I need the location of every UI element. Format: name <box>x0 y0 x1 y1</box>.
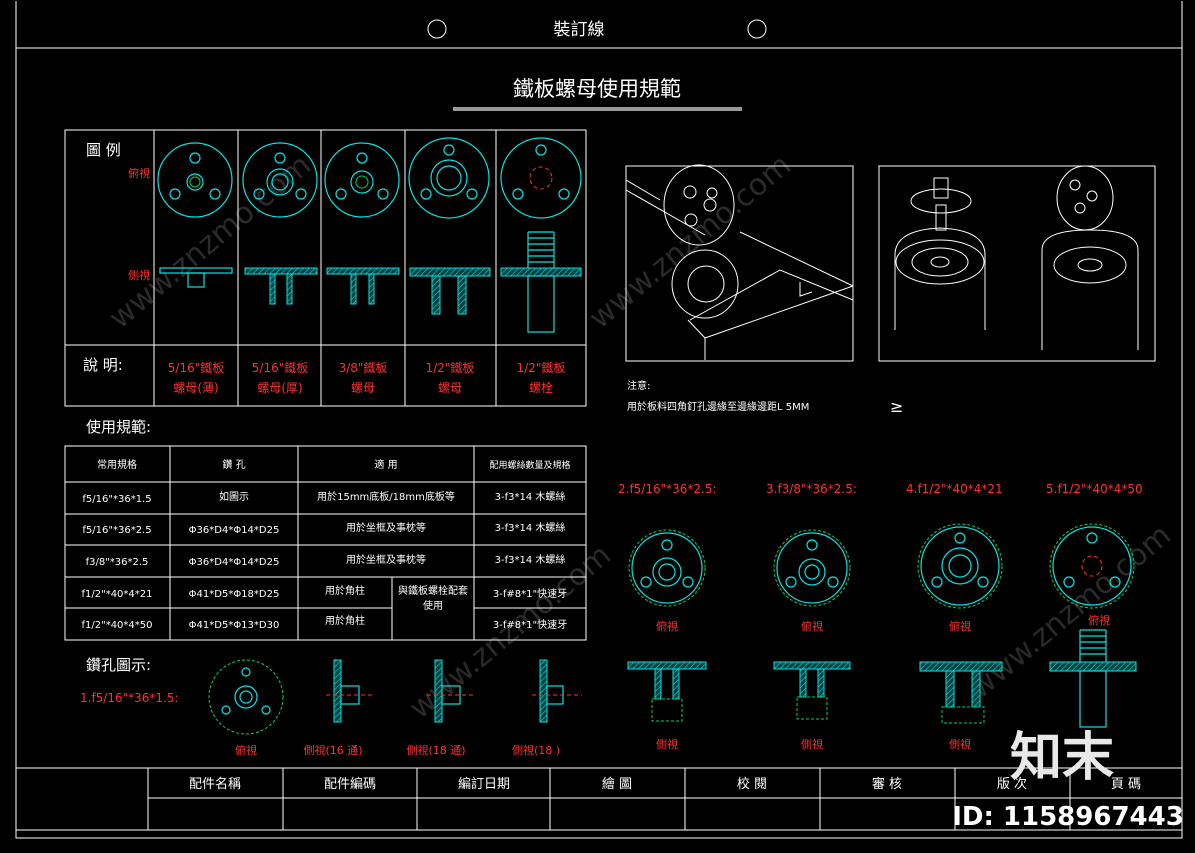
legend-top-view-5 <box>500 137 582 219</box>
tb-page: 頁 碼 <box>1111 777 1141 792</box>
spec-3-side-caption: 側視 <box>801 737 823 751</box>
spec-2-top-view <box>628 529 706 607</box>
tb-checked: 校 閱 <box>737 776 767 792</box>
spec-4-top-view <box>917 523 1003 609</box>
row4-screw: 3-f#8*1"快速牙 <box>493 588 567 600</box>
legend-top-view-1 <box>157 142 233 218</box>
merged-use-cell: 與鐵板螺栓配套使用 <box>398 586 468 612</box>
legend-side-view-4 <box>409 267 491 315</box>
legend-item-1-line2: 螺母(薄) <box>173 380 218 395</box>
spec-5-side-view <box>1049 629 1137 728</box>
row5-screw: 3-f#8*1"快速牙 <box>493 619 567 631</box>
iso-panel-right <box>878 165 1156 362</box>
row4-use: 用於角柱 <box>325 584 365 597</box>
watermark-id: ID: 1158967443 <box>952 802 1184 832</box>
usage-header-use: 適 用 <box>374 458 397 471</box>
legend-top-view-label: 俯視 <box>128 166 150 180</box>
row1-spec: f5/16"*36*1.5 <box>82 494 151 505</box>
drill-heading: 鑽孔圖示: <box>86 656 151 674</box>
spec-5-label: 5.f1/2"*40*4*50 <box>1046 482 1143 496</box>
spec-3-side-view <box>773 661 851 720</box>
watermark-site: www.znzmo.com <box>963 518 1178 707</box>
legend-top-view-4 <box>408 137 490 219</box>
legend-top-view-3 <box>324 142 400 218</box>
legend-item-4-line1: 1/2"鐵板 <box>426 360 475 375</box>
legend-side-view-3 <box>326 267 400 305</box>
legend-side-view-label: 側視 <box>128 268 150 282</box>
spec-2-top-caption: 俯視 <box>656 619 678 633</box>
row1-screw: 3-f3*14 木螺絲 <box>495 490 566 503</box>
tb-part-name: 配件名稱 <box>189 776 241 792</box>
row1-use: 用於15mm底板/18mm底板等 <box>317 490 455 503</box>
row2-use: 用於坐框及事枕等 <box>346 521 426 534</box>
legend-item-1-line1: 5/16"鐵板 <box>168 360 224 375</box>
legend-item-4-line2: 螺母 <box>438 381 462 395</box>
row5-use: 用於角柱 <box>325 614 365 627</box>
legend-item-5-line1: 1/2"鐵板 <box>517 360 566 375</box>
tb-part-code: 配件編碼 <box>324 776 376 792</box>
tb-drawn: 繪 圖 <box>602 776 632 792</box>
spec-4-top-caption: 俯視 <box>949 619 971 633</box>
legend-item-3-line2: 螺母 <box>351 381 375 395</box>
legend-item-5-line2: 螺栓 <box>529 380 553 395</box>
page-title: 鐵板螺母使用規範 <box>513 77 681 101</box>
drawing-sheet: www.znzmo.com www.znzmo.com www.znzmo.co… <box>15 1 1184 839</box>
binding-hole <box>427 19 447 39</box>
row2-spec: f5/16"*36*2.5 <box>82 525 151 536</box>
drill-caption-4: 側視(18 ) <box>512 743 560 757</box>
spec-4-label: 4.f1/2"*40*4*21 <box>906 482 1003 496</box>
legend-item-3-line1: 3/8"鐵板 <box>339 360 388 375</box>
spec-3-top-caption: 俯視 <box>801 619 823 633</box>
legend-item-2-line1: 5/16"鐵板 <box>252 360 308 375</box>
legend-side-view-5 <box>500 231 582 333</box>
row2-drill: Φ36*D4*Φ14*D25 <box>189 525 280 536</box>
row3-screw: 3-f3*14 木螺絲 <box>495 553 566 566</box>
note-label: 注意: <box>627 379 650 392</box>
usage-header-spec: 常用規格 <box>97 458 137 471</box>
watermark-logo: 知末 <box>1010 728 1114 788</box>
row4-spec: f1/2"*40*4*21 <box>81 589 152 600</box>
spec-2-side-view <box>627 661 707 722</box>
spec-3-label: 3.f3/8"*36*2.5: <box>766 482 857 496</box>
drill-top-view <box>208 659 284 735</box>
tb-reviewed: 審 核 <box>872 777 902 792</box>
spec-4-side-caption: 側視 <box>949 737 971 751</box>
tb-date: 編訂日期 <box>458 776 510 792</box>
legend-desc-label: 說 明: <box>83 356 123 374</box>
binding-line-label: 裝訂線 <box>554 20 605 40</box>
drill-caption-1: 俯視 <box>235 743 257 757</box>
row2-screw: 3-f3*14 木螺絲 <box>495 521 566 534</box>
usage-header-drill: 鑽 孔 <box>222 458 245 471</box>
note-text: 用於板料四角釘孔邊緣至邊緣邊距L 5MM <box>627 400 809 413</box>
binding-hole <box>747 19 767 39</box>
legend-label: 圖 例 <box>86 141 121 159</box>
row3-spec: f3/8"*36*2.5 <box>86 557 149 568</box>
usage-heading: 使用規範: <box>86 418 151 436</box>
row5-drill: Φ41*D5*Φ13*D30 <box>189 620 280 631</box>
watermark-layer: www.znzmo.com www.znzmo.com www.znzmo.co… <box>103 148 1178 727</box>
legend-side-view-2 <box>244 267 318 305</box>
spec-2-side-caption: 側視 <box>656 737 678 751</box>
row1-drill: 如圖示 <box>219 490 249 503</box>
row5-spec: f1/2"*40*4*50 <box>81 620 152 631</box>
row3-use: 用於坐框及事枕等 <box>346 553 426 566</box>
row3-drill: Φ36*D4*Φ14*D25 <box>189 557 280 568</box>
watermark-site: www.znzmo.com <box>583 148 798 337</box>
legend-item-2-line2: 螺母(厚) <box>257 381 302 395</box>
row4-drill: Φ41*D5*Φ18*D25 <box>189 589 280 600</box>
note-symbol: ≥ <box>890 397 903 416</box>
drill-side-view-1 <box>326 659 372 723</box>
drill-spec: 1.f5/16"*36*1.5: <box>80 691 179 705</box>
usage-header-screw: 配用螺絲數量及規格 <box>489 459 570 471</box>
title-underline <box>453 107 742 111</box>
drill-caption-2: 側視(16 通) <box>303 743 362 757</box>
drill-side-view-3 <box>532 659 582 723</box>
spec-3-top-view <box>773 529 851 607</box>
drill-caption-3: 側視(18 通) <box>406 743 465 757</box>
spec-5-top-caption: 俯視 <box>1088 613 1110 627</box>
spec-2-label: 2.f5/16"*36*2.5: <box>618 482 717 496</box>
